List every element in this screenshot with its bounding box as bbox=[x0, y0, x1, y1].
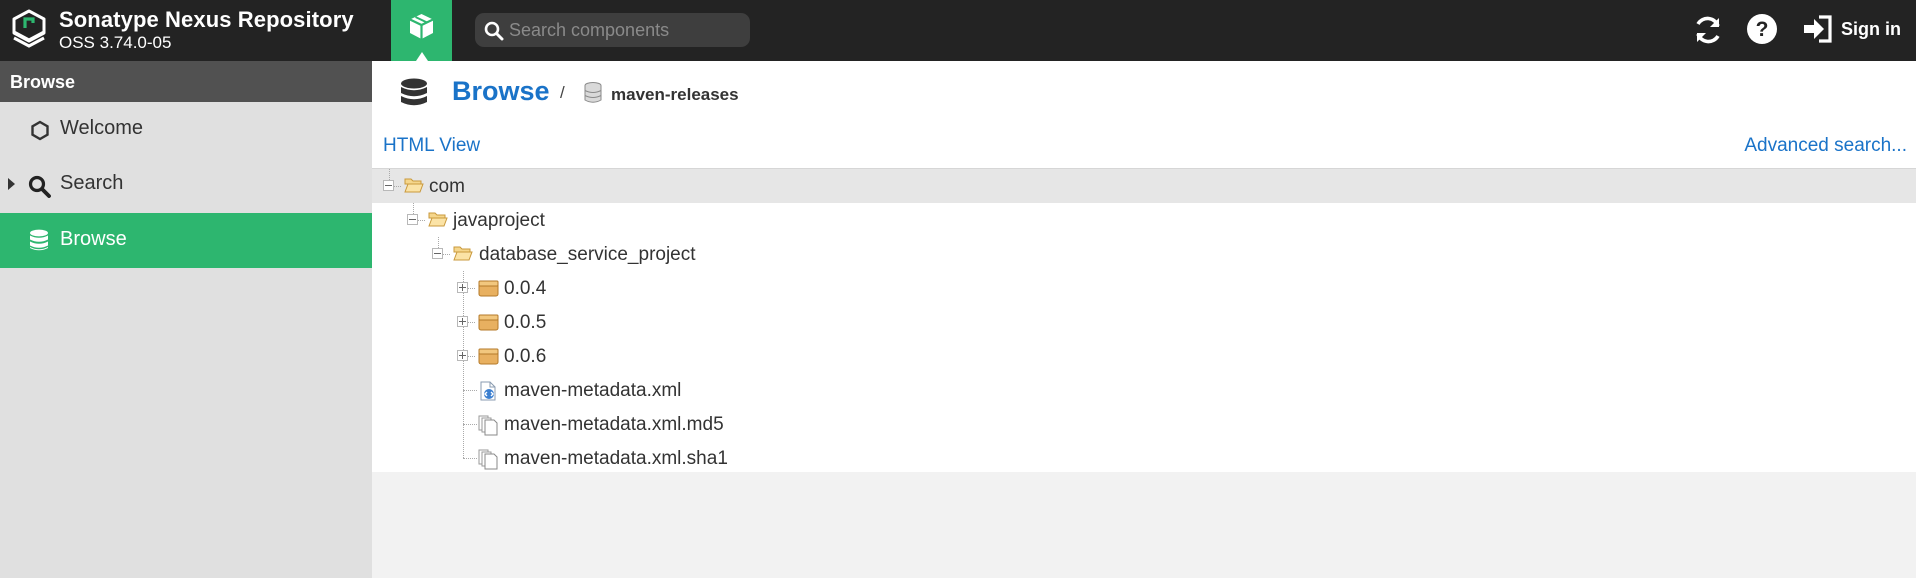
tree-node-label: javaproject bbox=[453, 210, 545, 231]
tree-node-label: maven-metadata.xml.sha1 bbox=[504, 448, 728, 469]
collapse-toggle-icon[interactable] bbox=[407, 214, 418, 225]
database-icon bbox=[30, 229, 48, 251]
nexus-logo-icon bbox=[12, 9, 46, 48]
help-icon[interactable]: ? bbox=[1746, 13, 1778, 45]
tree-node-label: 0.0.5 bbox=[504, 312, 547, 333]
html-view-link[interactable]: HTML View bbox=[383, 135, 480, 157]
sign-in-button[interactable]: Sign in bbox=[1803, 13, 1901, 45]
database-icon bbox=[401, 78, 427, 106]
search-components-input[interactable] bbox=[509, 13, 739, 47]
expand-arrow-icon[interactable] bbox=[8, 178, 15, 190]
tree-node-label: 0.0.6 bbox=[504, 346, 547, 367]
tree-node-label: database_service_project bbox=[479, 244, 696, 265]
sidebar-item-search[interactable]: Search bbox=[0, 157, 372, 212]
breadcrumb-repository: maven-releases bbox=[611, 85, 739, 104]
folder-open-icon bbox=[453, 246, 473, 261]
refresh-icon[interactable] bbox=[1691, 13, 1725, 47]
tree-node[interactable]: 0.0.5 bbox=[372, 305, 1916, 339]
app-version: OSS 3.74.0-05 bbox=[59, 33, 172, 52]
collapse-toggle-icon[interactable] bbox=[432, 248, 443, 259]
repository-icon bbox=[584, 82, 602, 103]
xml-file-icon bbox=[480, 381, 496, 401]
sidebar-header: Browse bbox=[0, 61, 372, 102]
sidebar-item-label: Search bbox=[60, 172, 124, 194]
sidebar-item-label: Browse bbox=[60, 228, 127, 250]
browse-header: Browse / maven-releases HTML View Advanc… bbox=[372, 61, 1916, 168]
tree-node[interactable]: 0.0.6 bbox=[372, 339, 1916, 373]
top-bar: Sonatype Nexus Repository OSS 3.74.0-05 … bbox=[0, 0, 1916, 61]
tree-node[interactable]: maven-metadata.xml.sha1 bbox=[372, 441, 1916, 475]
sidebar-item-welcome[interactable]: Welcome bbox=[0, 102, 372, 157]
tree-node[interactable]: javaproject bbox=[372, 203, 1916, 237]
tree-node[interactable]: 0.0.4 bbox=[372, 271, 1916, 305]
component-box-icon bbox=[478, 314, 499, 331]
folder-open-icon bbox=[404, 178, 424, 193]
tree-node[interactable]: maven-metadata.xml bbox=[372, 373, 1916, 407]
file-copies-icon bbox=[478, 415, 498, 436]
breadcrumb-separator: / bbox=[560, 83, 565, 102]
file-copies-icon bbox=[478, 449, 498, 470]
main-panel: Browse / maven-releases HTML View Advanc… bbox=[372, 61, 1916, 578]
active-mode-caret bbox=[416, 52, 428, 61]
hexagon-icon bbox=[31, 120, 49, 141]
sidebar-item-browse[interactable]: Browse bbox=[0, 213, 372, 268]
tree-node-label: maven-metadata.xml.md5 bbox=[504, 414, 724, 435]
sidebar: Browse Welcome Search Browse bbox=[0, 61, 372, 578]
expand-toggle-icon[interactable] bbox=[457, 282, 468, 293]
expand-toggle-icon[interactable] bbox=[457, 350, 468, 361]
tree-node-label: maven-metadata.xml bbox=[504, 380, 682, 401]
app-title: Sonatype Nexus Repository bbox=[59, 7, 354, 32]
browse-cube-icon bbox=[409, 14, 434, 39]
browse-mode-button[interactable] bbox=[391, 0, 452, 61]
search-icon bbox=[28, 175, 51, 198]
tree-node-label: com bbox=[429, 176, 465, 197]
tree-node[interactable]: com bbox=[372, 169, 1916, 203]
expand-toggle-icon[interactable] bbox=[457, 316, 468, 327]
tree-node[interactable]: maven-metadata.xml.md5 bbox=[372, 407, 1916, 441]
search-components-box[interactable] bbox=[475, 13, 750, 47]
sign-in-label: Sign in bbox=[1841, 18, 1901, 39]
svg-text:?: ? bbox=[1756, 18, 1769, 41]
component-box-icon bbox=[478, 280, 499, 297]
search-icon bbox=[484, 21, 504, 41]
repository-tree: com javaproject database_service_project bbox=[372, 168, 1916, 472]
collapse-toggle-icon[interactable] bbox=[383, 180, 394, 191]
sign-in-icon bbox=[1804, 15, 1832, 43]
tree-node-label: 0.0.4 bbox=[504, 278, 547, 299]
advanced-search-link[interactable]: Advanced search... bbox=[1744, 135, 1907, 157]
folder-open-icon bbox=[428, 212, 448, 227]
page-title[interactable]: Browse bbox=[452, 76, 550, 107]
sidebar-item-label: Welcome bbox=[60, 117, 143, 139]
tree-node[interactable]: database_service_project bbox=[372, 237, 1916, 271]
component-box-icon bbox=[478, 348, 499, 365]
